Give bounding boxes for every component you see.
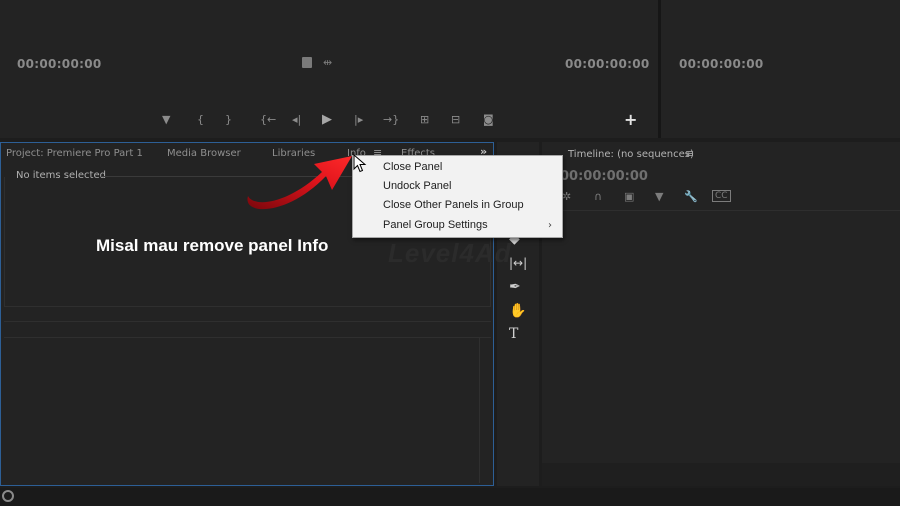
timeline-scrollbar[interactable] (542, 463, 900, 486)
divider (479, 337, 480, 483)
menu-item-close-panel[interactable]: Close Panel (383, 161, 442, 173)
snap-icon[interactable]: ∩ (594, 190, 602, 203)
mark-out-icon[interactable]: } (225, 113, 232, 127)
timeline-title[interactable]: Timeline: (no sequences) (568, 149, 694, 160)
mouse-cursor-icon (353, 154, 367, 173)
tab-media-browser[interactable]: Media Browser (167, 148, 241, 159)
tab-project[interactable]: Project: Premiere Pro Part 1 (6, 148, 143, 159)
program-timecode[interactable]: 00:00:00:00 (679, 57, 764, 71)
timeline-timecode[interactable]: 00:00:00:00 (560, 169, 648, 184)
insert-icon[interactable]: ⊞ (420, 113, 429, 127)
source-duration: 00:00:00:00 (565, 57, 650, 71)
nest-icon[interactable]: ✲ (562, 190, 571, 203)
wrench-icon[interactable]: 🔧 (684, 190, 698, 203)
divider (4, 337, 491, 338)
source-settings-icon[interactable] (302, 57, 312, 68)
overwrite-icon[interactable]: ⊟ (451, 113, 460, 127)
export-frame-icon[interactable]: ◙ (483, 113, 494, 127)
divider (4, 321, 491, 322)
panel-context-menu: Close Panel Undock Panel Close Other Pan… (352, 155, 563, 238)
audio-waveform-icon[interactable]: ⇹ (323, 56, 332, 69)
add-button[interactable]: + (624, 112, 637, 128)
program-monitor: 00:00:00:00 (661, 0, 900, 138)
linked-selection-icon[interactable]: ▣ (624, 190, 634, 203)
creative-cloud-icon[interactable] (2, 490, 14, 502)
mark-in-icon[interactable]: { (197, 113, 204, 127)
menu-item-panel-group-settings[interactable]: Panel Group Settings (383, 219, 488, 231)
marker-icon[interactable]: ▼ (162, 113, 170, 127)
play-icon[interactable]: ▶ (322, 113, 332, 127)
timeline-panel: Timeline: (no sequences) ≡ 00:00:00:00 ✲… (542, 142, 900, 486)
source-timecode[interactable]: 00:00:00:00 (17, 57, 102, 71)
pen-icon[interactable]: ✒ (509, 279, 521, 295)
go-to-out-icon[interactable]: →} (383, 113, 399, 127)
annotation-text: Misal mau remove panel Info (96, 236, 329, 255)
step-back-icon[interactable]: ◂| (292, 113, 301, 127)
go-to-in-icon[interactable]: {← (260, 113, 276, 127)
type-icon[interactable]: T (509, 326, 518, 342)
divider (542, 210, 900, 211)
annotation-arrow-icon (247, 156, 352, 210)
hand-icon[interactable]: ✋ (509, 303, 526, 319)
timeline-menu-icon[interactable]: ≡ (685, 147, 694, 160)
watermark: Level4Ad (388, 238, 512, 268)
submenu-arrow-icon: › (548, 220, 552, 231)
add-marker-icon[interactable]: ▼ (655, 190, 663, 203)
source-monitor: 00:00:00:00 ⇹ 00:00:00:00 ▼ { } {← ◂| ▶ … (0, 0, 658, 138)
captions-icon[interactable]: CC (712, 190, 731, 202)
menu-item-undock-panel[interactable]: Undock Panel (383, 180, 452, 192)
step-forward-icon[interactable]: |▸ (354, 113, 363, 127)
menu-item-close-other-panels[interactable]: Close Other Panels in Group (383, 199, 524, 211)
status-bar (0, 488, 900, 506)
